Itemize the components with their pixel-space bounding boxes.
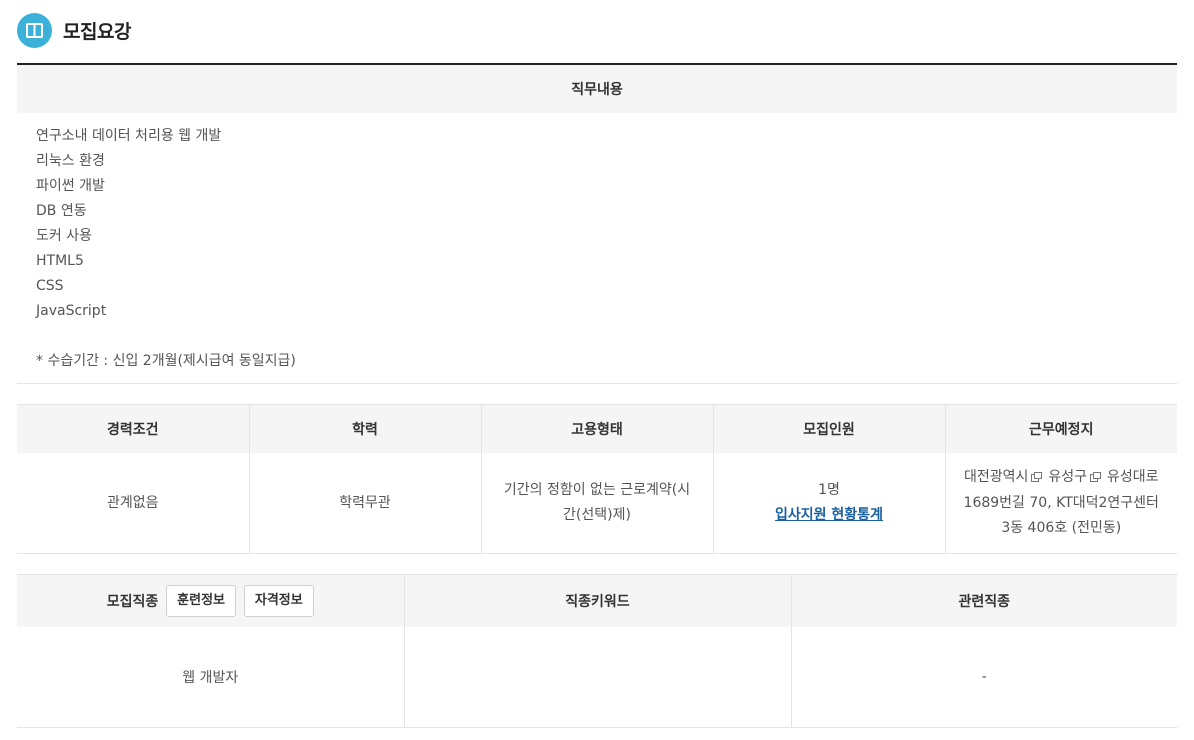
duty-line: JavaScript [36,303,107,319]
occupation-header: 모집직종 [106,594,159,610]
experience-value: 관계없음 [17,453,249,554]
occupation-header-row: 모집직종 훈련정보 자격정보 직종키워드 관련직종 [17,574,1177,627]
location-cell: 대전광역시 유성구 유성대로1689번길 70, KT대덕2연구센터 3동 406호… [944,453,1177,554]
duty-line: 연구소내 데이터 처리용 웹 개발 [36,128,222,144]
conditions-header-row: 경력조건 학력 고용형태 모집인원 근무예정지 [17,404,1177,453]
recruit-count-value: 1명 [818,482,840,498]
occupation-table: 모집직종 훈련정보 자격정보 직종키워드 관련직종 웹 개발자 - [17,574,1177,728]
external-link-icon[interactable] [1031,466,1043,491]
recruit-count-header: 모집인원 [712,404,945,453]
duty-line: 리눅스 환경 [36,153,105,169]
duty-line: 도커 사용 [36,228,92,244]
book-icon [17,12,52,48]
duty-section: 직무내용 연구소내 데이터 처리용 웹 개발 리눅스 환경 파이썬 개발 DB … [17,63,1177,384]
education-header: 학력 [248,404,481,453]
occupation-row: 웹 개발자 - [17,627,1177,728]
training-info-button[interactable]: 훈련정보 [166,585,237,617]
employment-type-value: 기간의 정함이 없는 근로계약(시간(선택)제) [480,453,713,554]
duty-header: 직무내용 [17,65,1177,113]
keywords-header: 직종키워드 [403,574,791,627]
recruit-count-cell: 1명 입사지원 현황통계 [712,453,945,554]
keywords-value [403,627,791,728]
probation-note: * 수습기간 : 신입 2개월(제시급여 동일지급) [36,353,296,369]
certification-info-button[interactable]: 자격정보 [243,585,314,617]
experience-header: 경력조건 [17,404,249,453]
duty-line: HTML5 [36,253,84,269]
duty-line: DB 연동 [36,203,87,219]
conditions-table: 경력조건 학력 고용형태 모집인원 근무예정지 관계없음 학력무관 기간의 정함… [17,404,1177,554]
employment-type-header: 고용형태 [480,404,713,453]
section-header: 모집요강 [17,12,131,48]
applicant-stats-link[interactable]: 입사지원 현황통계 [775,507,883,523]
recruitment-page: 모집요강 직무내용 연구소내 데이터 처리용 웹 개발 리눅스 환경 파이썬 개… [0,0,1194,740]
external-link-icon[interactable] [1090,466,1101,491]
section-title: 모집요강 [63,20,131,43]
related-occupation-value: - [790,627,1177,728]
occupation-value: 웹 개발자 [17,627,404,728]
occupation-header-cell: 모집직종 훈련정보 자격정보 [17,574,404,627]
duty-body: 연구소내 데이터 처리용 웹 개발 리눅스 환경 파이썬 개발 DB 연동 도커… [17,113,1177,384]
education-value: 학력무관 [248,453,481,554]
duty-lines: 연구소내 데이터 처리용 웹 개발 리눅스 환경 파이썬 개발 DB 연동 도커… [36,124,221,324]
location-header: 근무예정지 [944,404,1177,453]
related-occupation-header: 관련직종 [790,574,1177,627]
duty-line: 파이썬 개발 [36,178,105,194]
location-city: 대전광역시 [963,469,1029,485]
duty-line: CSS [36,278,64,294]
conditions-row: 관계없음 학력무관 기간의 정함이 없는 근로계약(시간(선택)제) 1명 입사… [17,453,1177,554]
location-district: 유성구 [1048,469,1087,485]
